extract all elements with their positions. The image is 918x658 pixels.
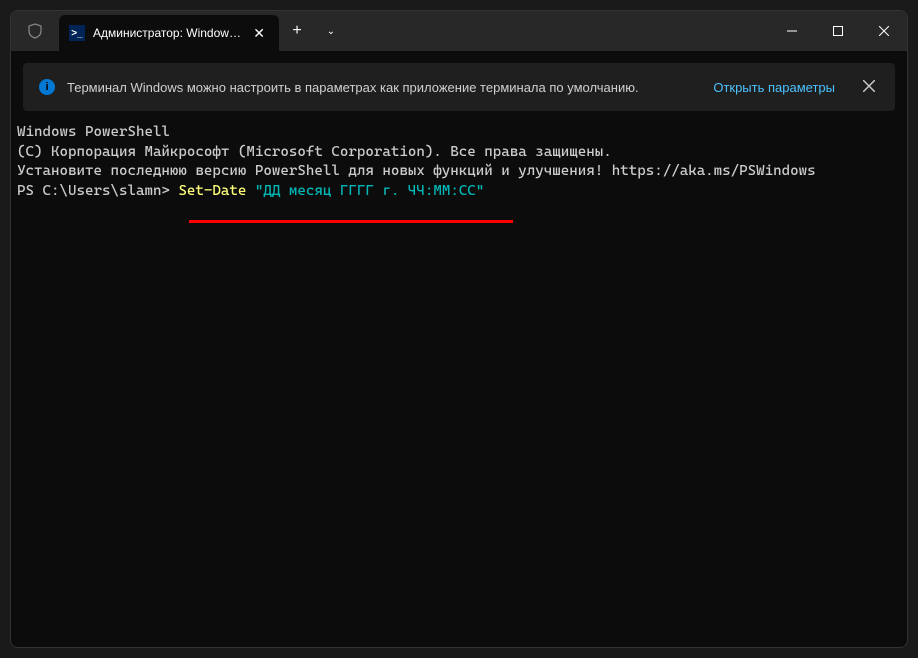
notification-text: Терминал Windows можно настроить в парам… xyxy=(67,80,701,95)
close-button[interactable] xyxy=(861,11,907,51)
prompt: PS C:\Users\slamn> xyxy=(17,183,178,199)
window-controls xyxy=(769,11,907,51)
command-line: PS C:\Users\slamn> Set-Date "ДД месяц ГГ… xyxy=(17,182,901,202)
powershell-icon: >_ xyxy=(69,25,85,41)
titlebar: >_ Администратор: Windows Po ✕ + ⌄ xyxy=(11,11,907,51)
tab-active[interactable]: >_ Администратор: Windows Po ✕ xyxy=(59,15,279,51)
command-name: Set-Date xyxy=(178,183,254,199)
close-icon xyxy=(863,80,875,92)
new-tab-button[interactable]: + xyxy=(279,11,315,51)
output-line: Windows PowerShell xyxy=(17,123,901,143)
minimize-button[interactable] xyxy=(769,11,815,51)
terminal-output[interactable]: Windows PowerShell (C) Корпорация Майкро… xyxy=(11,115,907,647)
command-argument: "ДД месяц ГГГГ г. ЧЧ:ММ:СС" xyxy=(255,183,484,199)
output-line: Установите последнюю версию PowerShell д… xyxy=(17,162,901,182)
annotation-underline xyxy=(189,220,513,223)
minimize-icon xyxy=(787,26,797,36)
terminal-window: >_ Администратор: Windows Po ✕ + ⌄ i Тер… xyxy=(10,10,908,648)
output-line: (C) Корпорация Майкрософт (Microsoft Cor… xyxy=(17,143,901,163)
titlebar-drag-area[interactable] xyxy=(347,11,769,51)
info-icon: i xyxy=(39,79,55,95)
tab-close-button[interactable]: ✕ xyxy=(249,23,269,44)
maximize-icon xyxy=(833,26,843,36)
close-icon xyxy=(879,26,889,36)
maximize-button[interactable] xyxy=(815,11,861,51)
shield-icon xyxy=(27,23,43,39)
shield-area xyxy=(11,11,59,51)
open-settings-link[interactable]: Открыть параметры xyxy=(713,80,835,95)
notification-close-button[interactable] xyxy=(859,75,879,99)
notification-bar: i Терминал Windows можно настроить в пар… xyxy=(23,63,895,111)
tab-dropdown-button[interactable]: ⌄ xyxy=(315,11,347,51)
tab-title: Администратор: Windows Po xyxy=(93,26,241,40)
